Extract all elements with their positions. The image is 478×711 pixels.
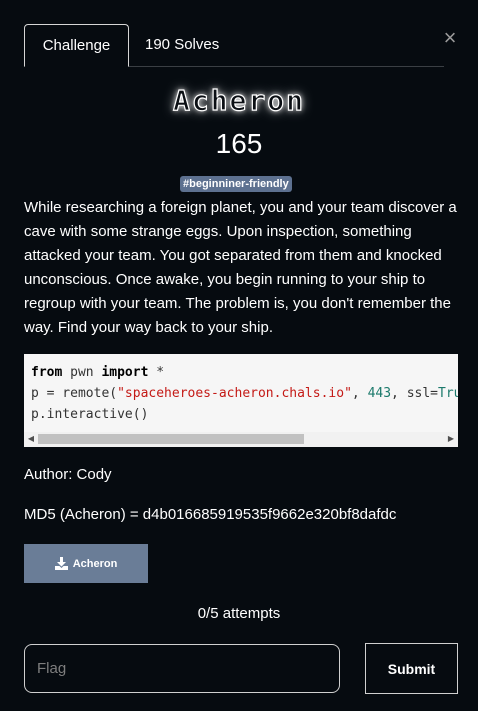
download-label: Acheron bbox=[72, 557, 118, 570]
code-block: from pwn import * p = remote("spaceheroe… bbox=[24, 354, 458, 447]
close-icon[interactable]: × bbox=[440, 27, 460, 49]
author-line: Author: Cody bbox=[24, 466, 112, 483]
challenge-tag: #beginniner-friendly bbox=[180, 176, 292, 192]
tab-solves[interactable]: 190 Solves bbox=[145, 24, 219, 65]
download-button[interactable]: Acheron bbox=[24, 544, 148, 583]
download-icon bbox=[54, 557, 68, 570]
code-line-1: from pwn import * bbox=[31, 365, 165, 380]
code-line-3: p.interactive() bbox=[31, 407, 149, 422]
challenge-title: Acheron bbox=[172, 83, 305, 117]
md5-line: MD5 (Acheron) = d4b016685919535f9662e320… bbox=[24, 506, 397, 523]
horizontal-scrollbar[interactable]: ◀ ▶ bbox=[24, 432, 458, 447]
submit-button[interactable]: Submit bbox=[365, 643, 458, 694]
flag-input[interactable] bbox=[24, 644, 340, 693]
scroll-thumb[interactable] bbox=[38, 434, 304, 444]
tab-bar: Challenge 190 Solves bbox=[24, 24, 444, 67]
tab-challenge[interactable]: Challenge bbox=[24, 24, 129, 67]
code-line-2: p = remote("spaceheroes-acheron.chals.io… bbox=[31, 386, 458, 401]
scroll-right-icon[interactable]: ▶ bbox=[446, 434, 456, 444]
attempts-counter: 0/5 attempts bbox=[197, 605, 281, 622]
challenge-description: While researching a foreign planet, you … bbox=[24, 199, 457, 336]
challenge-points: 165 bbox=[215, 128, 263, 159]
code-content: from pwn import * p = remote("spaceheroe… bbox=[24, 354, 458, 425]
scroll-left-icon[interactable]: ◀ bbox=[26, 434, 36, 444]
